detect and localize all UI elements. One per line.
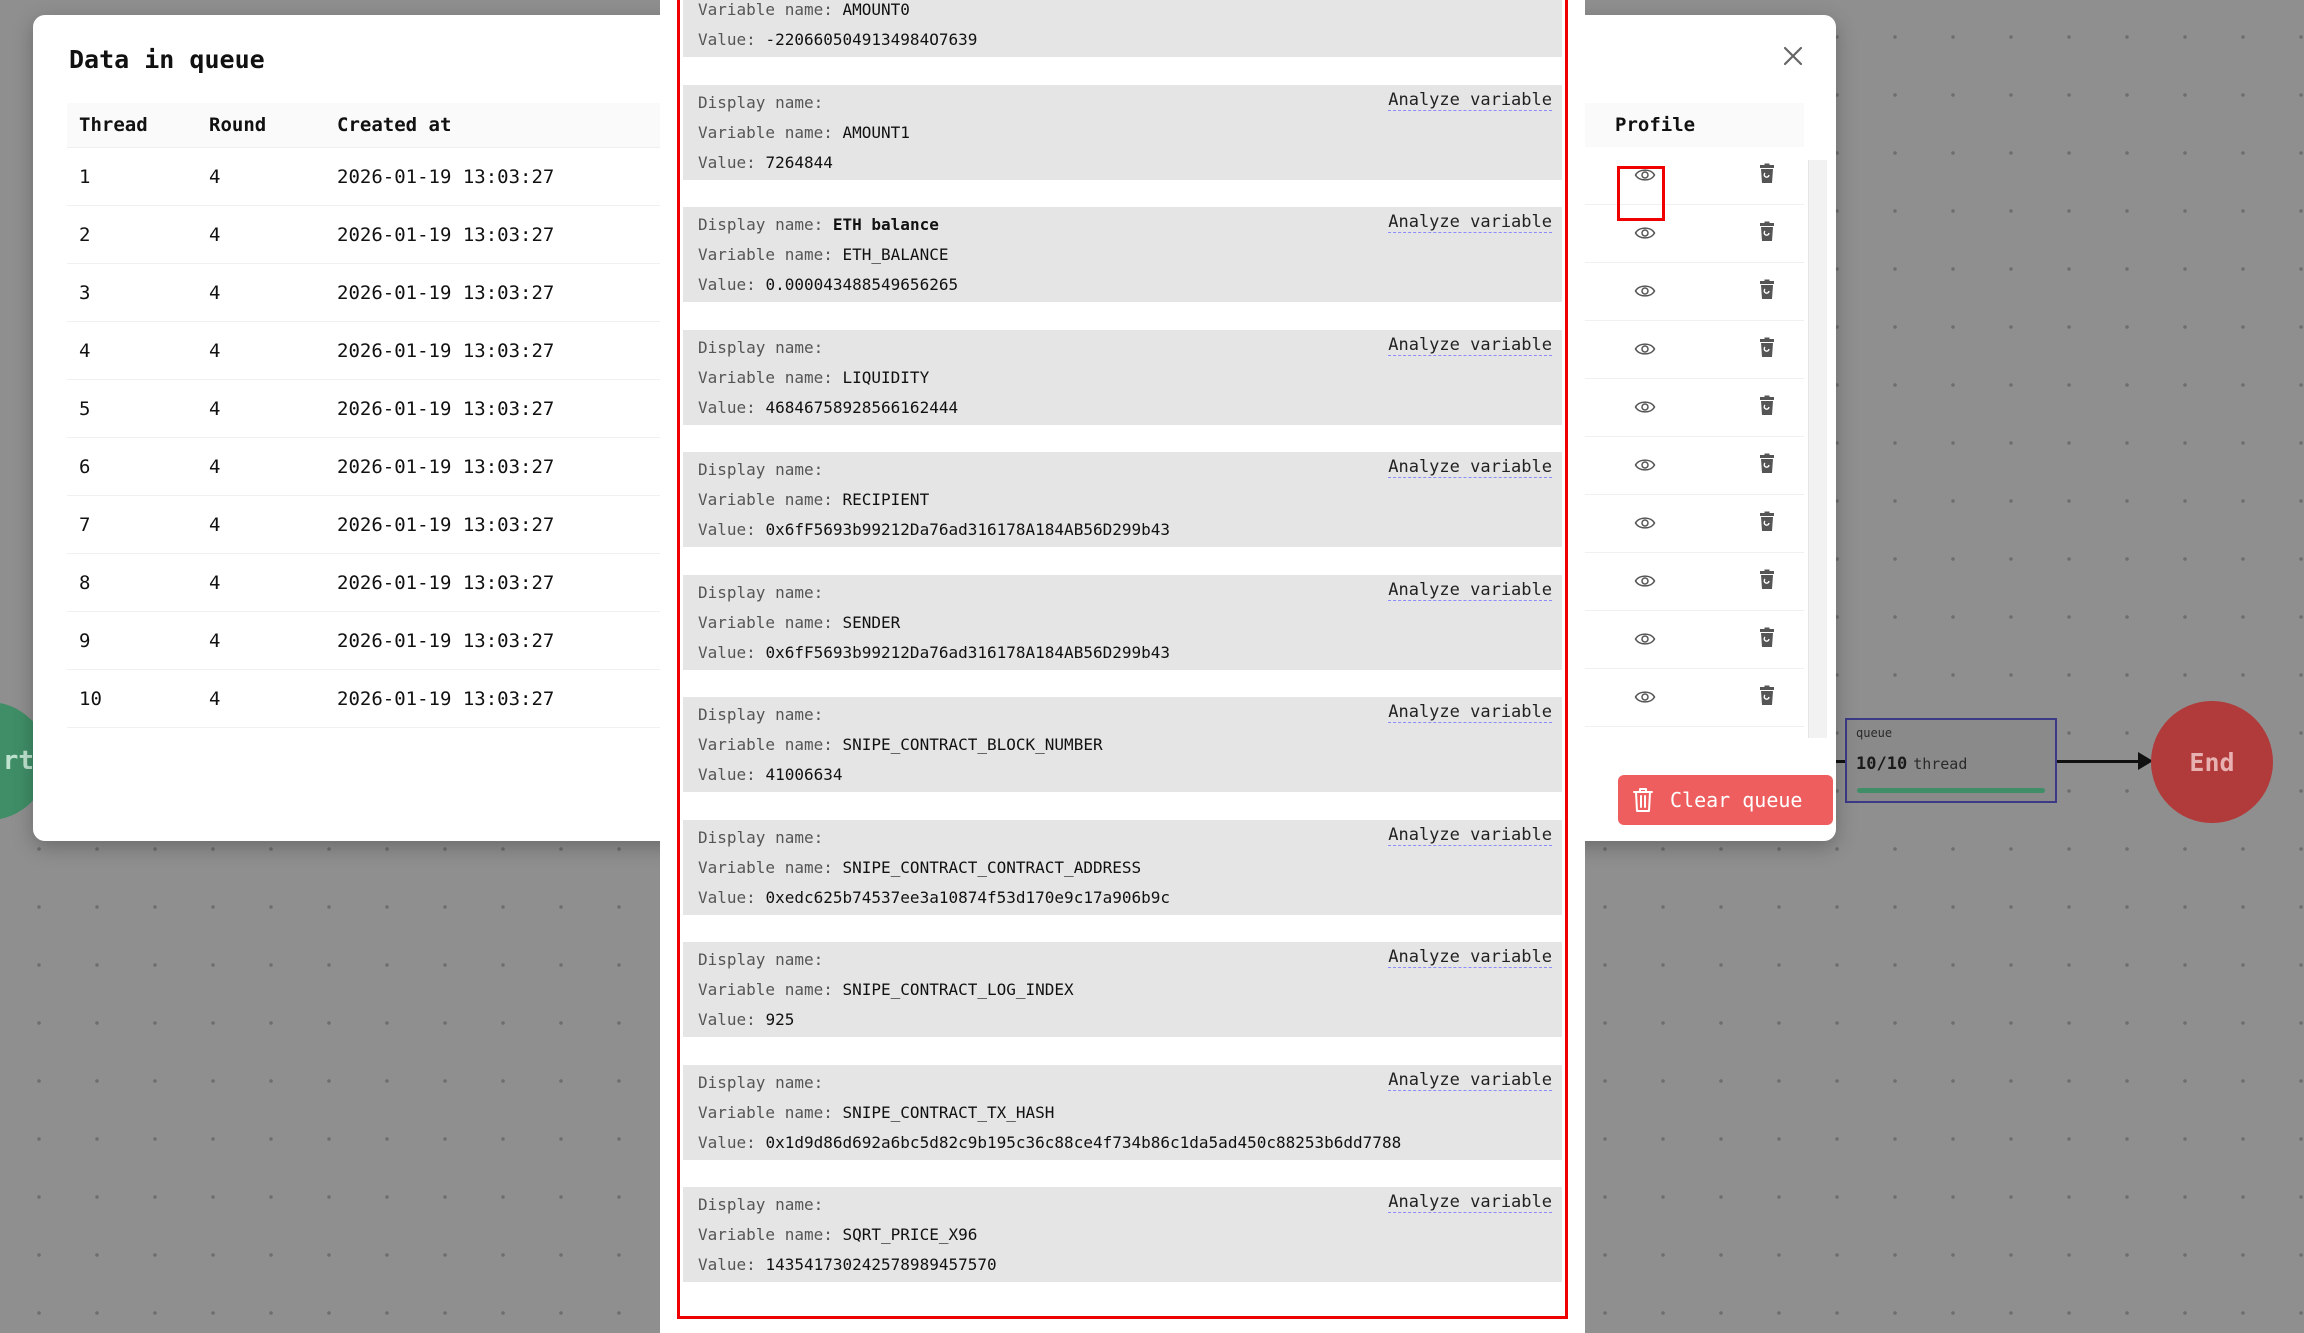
cell-round: 4 bbox=[209, 339, 221, 362]
cell-created-at: 2026-01-19 13:03:27 bbox=[337, 687, 555, 710]
cell-round: 4 bbox=[209, 687, 221, 710]
queue-count-value: 10/10 bbox=[1856, 754, 1908, 774]
highlight-box-view-profile bbox=[1617, 166, 1665, 221]
trash-icon bbox=[1633, 788, 1653, 812]
highlight-box-variables bbox=[677, 0, 1568, 1319]
cell-thread: 10 bbox=[79, 687, 102, 710]
cell-created-at: 2026-01-19 13:03:27 bbox=[337, 281, 555, 304]
cell-thread: 2 bbox=[79, 223, 91, 246]
delete-icon[interactable] bbox=[1758, 685, 1776, 707]
queue-progress-bar bbox=[1857, 788, 2045, 793]
cell-round: 4 bbox=[209, 223, 221, 246]
col-profile[interactable]: Profile bbox=[1584, 114, 1695, 136]
cell-round: 4 bbox=[209, 629, 221, 652]
cell-thread: 9 bbox=[79, 629, 91, 652]
table-row[interactable]: 1 4 2026-01-19 13:03:27 bbox=[67, 148, 660, 206]
table-row[interactable]: 8 4 2026-01-19 13:03:27 bbox=[67, 554, 660, 612]
cell-created-at: 2026-01-19 13:03:27 bbox=[337, 165, 555, 188]
profile-row bbox=[1584, 379, 1804, 437]
table-row[interactable]: 6 4 2026-01-19 13:03:27 bbox=[67, 438, 660, 496]
cell-round: 4 bbox=[209, 281, 221, 304]
col-created-at[interactable]: Created at bbox=[325, 114, 660, 136]
cell-thread: 5 bbox=[79, 397, 91, 420]
profile-row bbox=[1584, 611, 1804, 669]
profile-body bbox=[1584, 147, 1836, 727]
cell-thread: 8 bbox=[79, 571, 91, 594]
queue-progress-fill bbox=[1857, 788, 2045, 793]
eye-icon[interactable] bbox=[1634, 223, 1656, 243]
cell-created-at: 2026-01-19 13:03:27 bbox=[337, 455, 555, 478]
delete-icon[interactable] bbox=[1758, 163, 1776, 185]
profile-row bbox=[1584, 263, 1804, 321]
cell-thread: 6 bbox=[79, 455, 91, 478]
queue-node-count: 10/10 thread bbox=[1856, 754, 2046, 774]
profile-row bbox=[1584, 495, 1804, 553]
delete-icon[interactable] bbox=[1758, 453, 1776, 475]
cell-round: 4 bbox=[209, 397, 221, 420]
delete-icon[interactable] bbox=[1758, 511, 1776, 533]
eye-icon[interactable] bbox=[1634, 455, 1656, 475]
profile-header: Profile bbox=[1584, 103, 1804, 147]
end-node-label: End bbox=[2189, 747, 2235, 777]
delete-icon[interactable] bbox=[1758, 279, 1776, 301]
cell-thread: 7 bbox=[79, 513, 91, 536]
cell-created-at: 2026-01-19 13:03:27 bbox=[337, 571, 555, 594]
delete-icon[interactable] bbox=[1758, 569, 1776, 591]
cell-thread: 3 bbox=[79, 281, 91, 304]
profile-row bbox=[1584, 553, 1804, 611]
cell-created-at: 2026-01-19 13:03:27 bbox=[337, 339, 555, 362]
delete-icon[interactable] bbox=[1758, 395, 1776, 417]
profile-row bbox=[1584, 437, 1804, 495]
clear-queue-label: Clear queue bbox=[1670, 788, 1803, 812]
eye-icon[interactable] bbox=[1634, 629, 1656, 649]
start-node-label: rt bbox=[2, 746, 34, 776]
table-row[interactable]: 7 4 2026-01-19 13:03:27 bbox=[67, 496, 660, 554]
end-node[interactable]: End bbox=[2151, 701, 2273, 823]
edge-to-end bbox=[2057, 760, 2142, 763]
cell-round: 4 bbox=[209, 455, 221, 478]
modal-title: Data in queue bbox=[69, 45, 265, 74]
queue-node-label: queue bbox=[1856, 726, 1893, 740]
clear-queue-button[interactable]: Clear queue bbox=[1618, 775, 1833, 825]
table-row[interactable]: 5 4 2026-01-19 13:03:27 bbox=[67, 380, 660, 438]
cell-created-at: 2026-01-19 13:03:27 bbox=[337, 397, 555, 420]
table-header: Thread Round Created at bbox=[67, 103, 660, 148]
table-scrollbar[interactable] bbox=[1808, 160, 1827, 738]
profile-row bbox=[1584, 321, 1804, 379]
eye-icon[interactable] bbox=[1634, 339, 1656, 359]
cell-created-at: 2026-01-19 13:03:27 bbox=[337, 513, 555, 536]
cell-round: 4 bbox=[209, 571, 221, 594]
table-row[interactable]: 2 4 2026-01-19 13:03:27 bbox=[67, 206, 660, 264]
cell-created-at: 2026-01-19 13:03:27 bbox=[337, 223, 555, 246]
queue-node[interactable]: queue 10/10 thread bbox=[1845, 718, 2057, 803]
table-body: 1 4 2026-01-19 13:03:27 2 4 2026-01-19 13:03:… bbox=[67, 148, 660, 728]
delete-icon[interactable] bbox=[1758, 627, 1776, 649]
eye-icon[interactable] bbox=[1634, 687, 1656, 707]
col-thread[interactable]: Thread bbox=[67, 114, 197, 136]
queue-table: Thread Round Created at 1 4 2026-01-19 13:… bbox=[67, 103, 660, 728]
queue-count-unit: thread bbox=[1913, 755, 1968, 773]
eye-icon[interactable] bbox=[1634, 513, 1656, 533]
eye-icon[interactable] bbox=[1634, 281, 1656, 301]
cell-thread: 1 bbox=[79, 165, 91, 188]
cell-round: 4 bbox=[209, 513, 221, 536]
table-row[interactable]: 3 4 2026-01-19 13:03:27 bbox=[67, 264, 660, 322]
cell-thread: 4 bbox=[79, 339, 91, 362]
col-round[interactable]: Round bbox=[197, 114, 325, 136]
delete-icon[interactable] bbox=[1758, 337, 1776, 359]
profile-row bbox=[1584, 669, 1804, 727]
table-row[interactable]: 9 4 2026-01-19 13:03:27 bbox=[67, 612, 660, 670]
table-row[interactable]: 4 4 2026-01-19 13:03:27 bbox=[67, 322, 660, 380]
eye-icon[interactable] bbox=[1634, 397, 1656, 417]
cell-created-at: 2026-01-19 13:03:27 bbox=[337, 629, 555, 652]
delete-icon[interactable] bbox=[1758, 221, 1776, 243]
cell-round: 4 bbox=[209, 165, 221, 188]
table-row[interactable]: 10 4 2026-01-19 13:03:27 bbox=[67, 670, 660, 728]
close-icon[interactable] bbox=[1778, 41, 1808, 71]
eye-icon[interactable] bbox=[1634, 571, 1656, 591]
